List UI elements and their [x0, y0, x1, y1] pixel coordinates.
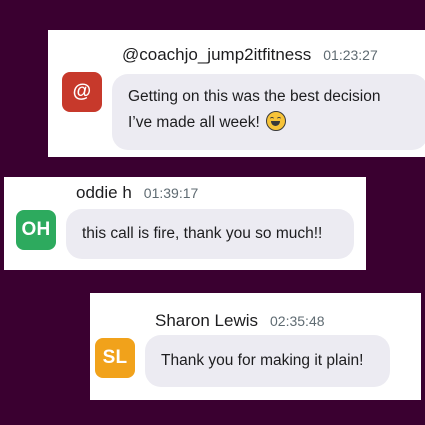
avatar: SL — [95, 338, 135, 378]
message-text-line: Getting on this was the best decision — [128, 88, 381, 105]
username[interactable]: @coachjo_jump2itfitness — [122, 45, 311, 65]
timestamp: 01:23:27 — [323, 47, 378, 63]
avatar-initials: OH — [21, 219, 51, 240]
message-header: oddie h 01:39:17 — [76, 183, 198, 203]
message-header: @coachjo_jump2itfitness 01:23:27 — [122, 45, 378, 65]
avatar: OH — [16, 210, 56, 250]
chat-message: OH oddie h 01:39:17 this call is fire, t… — [4, 177, 366, 270]
timestamp: 01:39:17 — [143, 185, 199, 201]
message-text: Thank you for making it plain! — [161, 352, 364, 369]
message-text-line: I’ve made all week! — [128, 114, 260, 131]
timestamp: 02:35:48 — [270, 313, 325, 329]
message-bubble: Thank you for making it plain! — [145, 335, 390, 387]
avatar: @ — [62, 72, 102, 112]
username[interactable]: oddie h — [76, 183, 132, 203]
chat-message: @ @coachjo_jump2itfitness 01:23:27 Getti… — [48, 30, 425, 157]
message-bubble: this call is fire, thank you so much!! — [66, 209, 354, 259]
message-text: this call is fire, thank you so much!! — [82, 225, 323, 242]
chat-message: SL Sharon Lewis 02:35:48 Thank you for m… — [90, 293, 421, 400]
message-header: Sharon Lewis 02:35:48 — [155, 311, 325, 331]
message-bubble: Getting on this was the best decision I’… — [112, 74, 425, 150]
avatar-initials: @ — [72, 81, 92, 102]
username[interactable]: Sharon Lewis — [155, 311, 258, 331]
tears-of-joy-emoji-icon — [265, 111, 286, 131]
avatar-initials: SL — [102, 347, 128, 368]
